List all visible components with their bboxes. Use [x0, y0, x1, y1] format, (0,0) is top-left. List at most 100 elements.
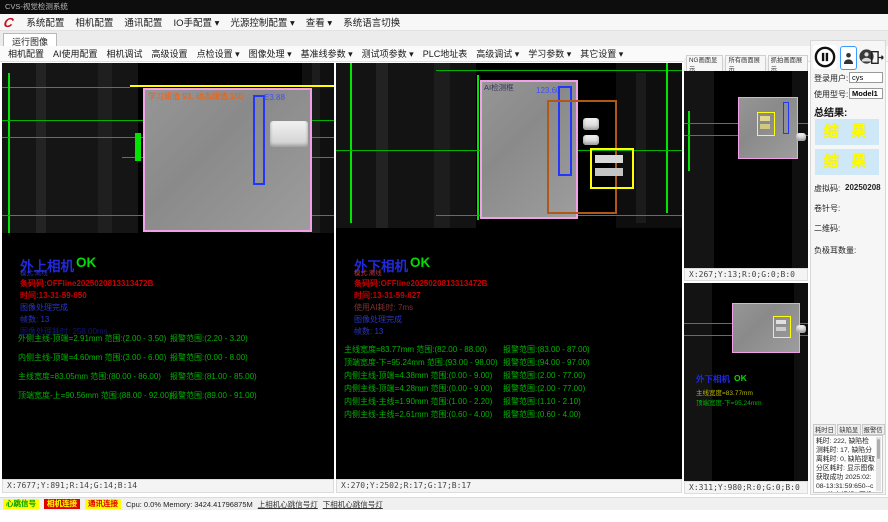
- measurement-alarm: 报警范围:(2.00 - 77.00): [503, 383, 585, 394]
- negative-tab-count-label: 负极耳数量:: [814, 245, 856, 256]
- overlay-yellow-box: [773, 316, 791, 338]
- upper-camera-heartbeat-link[interactable]: 上相机心跳信号灯: [258, 499, 318, 510]
- menu-item-comm-config[interactable]: 通讯配置: [124, 15, 162, 29]
- toolbar-item-other-settings[interactable]: 其它设置 ▾: [580, 47, 623, 60]
- pixel-coords-right-bottom: X:311;Y:980;R:0;G:0;B:0: [684, 481, 808, 494]
- pixel-coords-right-top: X:267;Y:13;R:0;G:0;B:0: [684, 268, 808, 281]
- menu-item-system-config[interactable]: 系统配置: [26, 15, 64, 29]
- login-user-label: 登录用户:: [814, 73, 848, 84]
- virtual-code-value: 20250208: [845, 183, 881, 192]
- toolbar-item-test-params[interactable]: 测试项参数 ▾: [362, 47, 414, 60]
- toolbar-item-advanced-settings[interactable]: 高级设置: [152, 47, 188, 60]
- lug-reflection: [595, 168, 623, 176]
- menu-item-io-config[interactable]: IO手配置 ▾: [173, 15, 219, 29]
- measurement-alarm: 报警范围:(81.00 - 85.00): [170, 371, 257, 382]
- toolbar-item-advanced-debug[interactable]: 高级调试 ▾: [476, 47, 519, 60]
- machinery-shade: [312, 63, 320, 233]
- side-control-panel: 登录用户: 使用型号: 总结果: 结 果 结 果 虚拟码: 20250208 卷…: [810, 40, 886, 495]
- measurement-alarm: 报警范围:(2.00 - 77.00): [503, 370, 585, 381]
- result-barcode: 条码码:OFFline2025020813313472B: [354, 278, 487, 289]
- result-camera-name: 外下相机: [696, 373, 730, 385]
- lug-reflection: [776, 320, 786, 324]
- tab-lug-graphic: [583, 118, 599, 130]
- overlay-green-line: [8, 73, 10, 233]
- measurement-alarm: 报警范围:(89.00 - 91.00): [170, 390, 257, 401]
- product-region: [732, 303, 800, 353]
- machinery-shade: [2, 63, 138, 233]
- measurement-text: 内侧主线-顶端=4.28mm 范围:(0.00 - 9.00): [344, 383, 492, 394]
- machinery-shade: [616, 63, 682, 228]
- toolbar-item-camera-debug[interactable]: 相机调试: [107, 47, 143, 60]
- measurement-alarm: 报警范围:(0.60 - 4.00): [503, 409, 581, 420]
- lug-reflection: [760, 124, 770, 129]
- measurement-text: 内侧主线-主线=1.90mm 范围:(1.00 - 2.20): [344, 396, 492, 407]
- measurement-text: 主线宽度=83.77mm 范围:(82.00 - 88.00): [344, 344, 487, 355]
- model-field[interactable]: [849, 88, 883, 99]
- toolbar-item-image-processing[interactable]: 图像处理 ▾: [249, 47, 292, 60]
- overlay-yellow-box: [590, 148, 634, 189]
- tab-elapsed-log[interactable]: 耗时日志: [813, 424, 836, 435]
- user-mode-button[interactable]: [840, 46, 857, 70]
- lower-camera-heartbeat-link[interactable]: 下相机心跳信号灯: [323, 499, 383, 510]
- overlay-blue-box: [253, 95, 265, 185]
- reel-pin-label: 卷针号:: [814, 203, 840, 214]
- status-bar: 心跳信号 相机连接 通讯连接 Cpu: 0.0% Memory: 3424.41…: [0, 497, 888, 510]
- result-status: OK: [734, 373, 747, 383]
- measurement-alarm: 报警范围:(0.00 - 8.00): [170, 352, 248, 363]
- product-region: 学习阈值:93, 动态阈值:100: [143, 88, 312, 232]
- result-time: 时间:13-31-59-650: [20, 290, 87, 301]
- log-tab-strip: 耗时日志 缺陷显示 报警信息: [813, 424, 885, 435]
- measurement-alarm: 报警范围:(83.00 - 87.00): [503, 344, 590, 355]
- threshold-overlay-label: 学习阈值:93, 动态阈值:100: [148, 91, 243, 102]
- log-text-area[interactable]: 耗时: 222, 缺陷检测耗时: 17, 缺陷分离耗时: 0, 缺陷提取分区耗时…: [813, 435, 883, 493]
- menu-item-camera-config[interactable]: 相机配置: [75, 15, 113, 29]
- overlay-green-line: [688, 111, 690, 171]
- lug-reflection: [595, 155, 623, 163]
- toolbar-item-ai-config[interactable]: AI使用配置: [53, 47, 98, 60]
- toolbar-item-plc-address[interactable]: PLC地址表: [423, 47, 468, 60]
- display-mode-tab-strip: NG画面显示 所有画面展示 抓拍画面展示: [684, 58, 808, 71]
- menu-item-language-switch[interactable]: 系统语言切换: [343, 15, 400, 29]
- product-region: [738, 97, 798, 159]
- pause-button[interactable]: [813, 45, 837, 69]
- measurement-text: 内侧主线-顶端=4.38mm 范围:(0.00 - 9.00): [344, 370, 492, 381]
- toolbar-item-learning-params[interactable]: 学习参数 ▾: [528, 47, 571, 60]
- camera-view-upper[interactable]: 学习阈值:93, 动态阈值:100 E3.88 外上相机 OK 模式:离线 条码…: [2, 63, 334, 479]
- thumbnail-view-upper[interactable]: [684, 71, 808, 268]
- virtual-code-label: 虚拟码:: [814, 183, 840, 194]
- measurement-text: 内侧主线-主线=2.61mm 范围:(0.60 - 4.00): [344, 409, 492, 420]
- result-process-done: 图像处理完成: [20, 302, 68, 313]
- toolbar-item-baseline-params[interactable]: 基准线参数 ▾: [301, 47, 353, 60]
- thumb-measure-line: 主线宽度=83.77mm: [696, 387, 753, 397]
- pause-icon: [814, 46, 836, 68]
- overlay-blue-value: 123.60: [536, 86, 560, 95]
- result-process-done: 图像处理完成: [354, 314, 402, 325]
- machinery-shade: [336, 63, 476, 228]
- tab-defect-display[interactable]: 缺陷显示: [837, 424, 860, 435]
- log-scrollbar[interactable]: [876, 437, 881, 491]
- machinery-shade: [36, 63, 46, 233]
- tab-lug-graphic: [796, 325, 806, 333]
- model-label: 使用型号:: [814, 89, 848, 100]
- thumbnail-view-lower[interactable]: 外下相机 OK 主线宽度=83.77mm 顶端宽度-下=95.24mm: [684, 283, 808, 481]
- result-badge-lower: 结 果: [815, 149, 879, 175]
- camera-connect-status-badge: 相机连接: [44, 499, 80, 509]
- camera-view-lower[interactable]: AI检测框 123.60 外下相机 OK 模式:离线 条码码:OFFline20…: [336, 63, 682, 479]
- toolbar-item-camera-config[interactable]: 相机配置: [8, 47, 44, 60]
- result-time: 时间:13-31-59-627: [354, 290, 421, 301]
- menu-item-view[interactable]: 查看 ▾: [306, 15, 332, 29]
- logout-button[interactable]: [869, 46, 885, 68]
- menu-bar: C 系统配置 相机配置 通讯配置 IO手配置 ▾ 光源控制配置 ▾ 查看 ▾ 系…: [0, 14, 888, 31]
- log-scrollbar-thumb[interactable]: [877, 439, 880, 459]
- machinery-shade: [376, 63, 388, 228]
- login-user-field[interactable]: [849, 72, 883, 83]
- tab-alarm-info[interactable]: 报警信息: [862, 424, 885, 435]
- toolbar-item-spot-check[interactable]: 点检设置 ▾: [197, 47, 240, 60]
- machinery-shade: [98, 63, 112, 233]
- menu-item-light-config[interactable]: 光源控制配置 ▾: [230, 15, 294, 29]
- measurement-text: 主线宽度=83.05mm 范围:(80.00 - 86.00): [18, 371, 161, 382]
- measurement-alarm: 报警范围:(1.10 - 2.10): [503, 396, 581, 407]
- main-tab-strip: 运行图像: [0, 31, 888, 47]
- cpu-memory-readout: Cpu: 0.0% Memory: 3424.41796875M: [126, 500, 253, 509]
- qr-code-label: 二维码:: [814, 223, 840, 234]
